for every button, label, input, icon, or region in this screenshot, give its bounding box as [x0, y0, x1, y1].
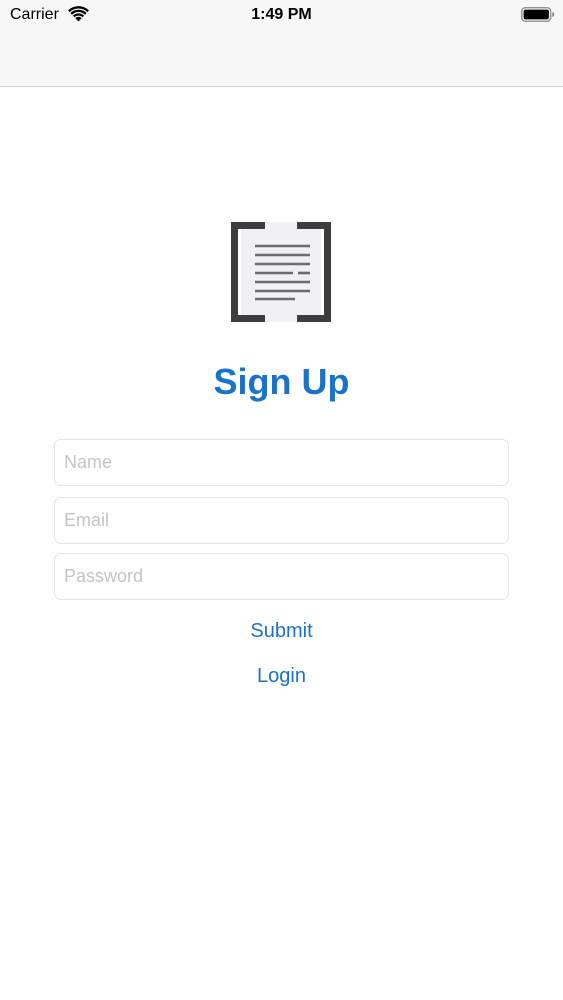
email-field[interactable]: [54, 497, 509, 544]
signup-screen: Carrier 1:49 PM Sign Up Name Email Submi…: [0, 0, 563, 1000]
status-time: 1:49 PM: [251, 6, 312, 23]
battery-icon: [521, 7, 555, 22]
navigation-bar: Carrier 1:49 PM: [0, 0, 563, 87]
password-field[interactable]: [54, 553, 509, 600]
document-brackets-icon: [231, 222, 331, 322]
login-button[interactable]: Login: [0, 663, 563, 689]
page-title: Sign Up: [213, 361, 350, 402]
name-field[interactable]: [54, 439, 509, 486]
submit-button[interactable]: Submit: [0, 618, 563, 644]
status-bar: Carrier 1:49 PM: [0, 0, 563, 30]
